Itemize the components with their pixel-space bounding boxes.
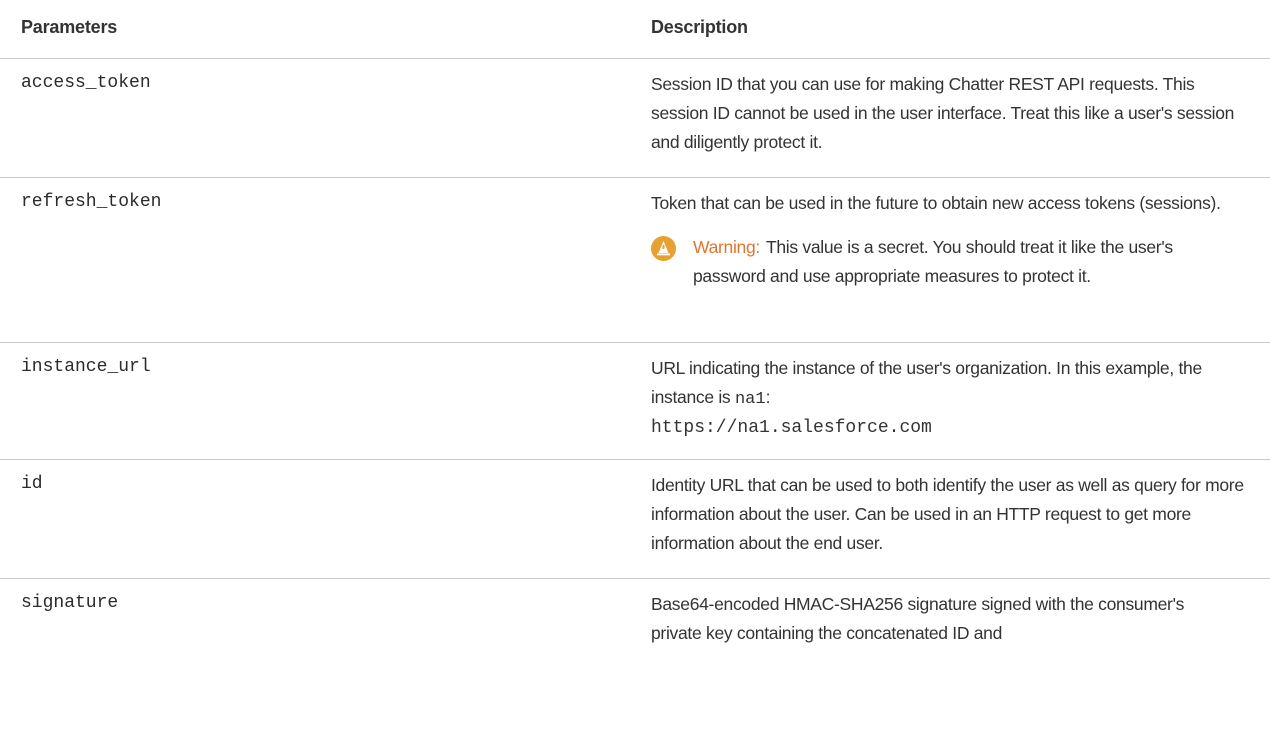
param-description-cell: Token that can be used in the future to … <box>651 189 1251 291</box>
colon: : <box>765 387 771 407</box>
param-description: Identity URL that can be used to both id… <box>651 475 1244 553</box>
param-description-cell: URL indicating the instance of the user'… <box>651 354 1251 443</box>
table-row: refresh_token Token that can be used in … <box>0 178 1270 343</box>
header-description: Description <box>651 17 748 37</box>
warning-text: This value is a secret. You should treat… <box>693 237 1173 286</box>
param-name: signature <box>21 593 119 613</box>
table-row: id Identity URL that can be used to both… <box>0 460 1270 579</box>
param-description: Base64-encoded HMAC-SHA256 signature sig… <box>651 594 1185 643</box>
table-row: instance_url URL indicating the instance… <box>0 343 1270 460</box>
header-parameters: Parameters <box>21 17 118 37</box>
instance-code: na1 <box>734 390 766 409</box>
param-name: id <box>21 474 43 494</box>
param-description: Session ID that you can use for making C… <box>651 74 1235 152</box>
table-row: signature Base64-encoded HMAC-SHA256 sig… <box>0 579 1270 679</box>
param-name: access_token <box>21 73 151 93</box>
warning-icon <box>651 236 676 261</box>
param-name: refresh_token <box>21 192 162 212</box>
table-row: access_token Session ID that you can use… <box>0 59 1270 178</box>
warning-note: Warning: This value is a secret. You shou… <box>651 233 1213 291</box>
warning-label: Warning: <box>693 237 760 257</box>
param-name: instance_url <box>21 357 151 377</box>
param-description: URL indicating the instance of the user'… <box>651 358 1202 407</box>
parameters-table: Parameters Description access_token Sess… <box>0 0 1270 679</box>
param-description: Token that can be used in the future to … <box>651 193 1221 213</box>
instance-url-example: https://na1.salesforce.com <box>651 418 932 438</box>
table-header-row: Parameters Description <box>0 0 1270 59</box>
